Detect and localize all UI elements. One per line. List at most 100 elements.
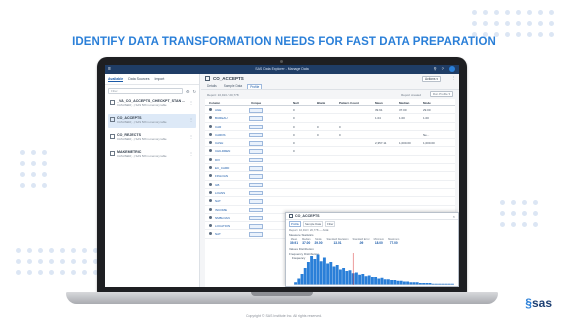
dataset-item[interactable]: CO_REJECTS CASUSER(...) SAS 5/8 in-memory…	[108, 131, 196, 145]
table-row[interactable]: BUREAU 0 1.04 1.00 1.00	[205, 114, 455, 123]
more-icon[interactable]: ⋮	[189, 151, 193, 156]
histogram-bar[interactable]	[425, 283, 429, 285]
histogram-bar[interactable]	[361, 274, 365, 285]
cell-column[interactable]: FINLOAN	[215, 174, 228, 178]
table-row[interactable]: NAT	[205, 197, 455, 206]
histogram-bar[interactable]	[358, 274, 362, 285]
histogram-bar[interactable]	[374, 277, 378, 285]
cell-column[interactable]: DIV	[215, 158, 220, 162]
cell-column[interactable]: LOANS	[215, 191, 225, 195]
histogram-bar[interactable]	[412, 282, 416, 285]
table-row[interactable]: LOANS	[205, 189, 455, 198]
refresh-icon[interactable]: ↻	[193, 89, 196, 94]
histogram-bar[interactable]	[354, 272, 358, 285]
histogram-bar[interactable]	[316, 254, 320, 285]
col-header-null[interactable]: Null	[293, 101, 299, 105]
more-icon[interactable]: ⋮	[189, 117, 193, 122]
histogram-bar[interactable]	[303, 268, 307, 285]
dataset-item[interactable]: MAKEMETRIC CASUSER(...) SAS 5/8 in-memory…	[108, 148, 196, 162]
histogram-bar[interactable]	[396, 280, 400, 285]
histogram-bar[interactable]	[383, 279, 387, 285]
histogram-bar[interactable]	[444, 283, 448, 285]
histogram-bar[interactable]	[431, 283, 435, 285]
histogram-bar[interactable]	[345, 271, 349, 285]
histogram-bar[interactable]	[393, 280, 397, 285]
histogram-bar[interactable]	[370, 277, 374, 285]
histogram-bar[interactable]	[335, 265, 339, 285]
popup-tab-sample[interactable]: Sample Data	[302, 221, 324, 227]
col-header-mean[interactable]: Mean	[375, 101, 383, 105]
search-icon[interactable]: ⚲	[434, 66, 439, 71]
histogram-bar[interactable]	[441, 283, 445, 285]
histogram-bar[interactable]	[364, 276, 368, 285]
histogram-bar[interactable]	[380, 277, 384, 285]
table-row[interactable]: CAR 0 0 0	[205, 123, 455, 131]
histogram-bar[interactable]	[422, 283, 426, 285]
more-icon[interactable]: ⋮	[452, 76, 456, 80]
histogram-bar[interactable]	[310, 256, 314, 285]
search-input[interactable]: Filter	[108, 88, 184, 94]
histogram-bar[interactable]	[306, 262, 310, 285]
histogram-bar[interactable]	[338, 269, 342, 285]
cell-column[interactable]: EC_CARD	[215, 166, 229, 170]
filter-icon[interactable]: ⚙	[186, 89, 190, 94]
histogram-bar[interactable]	[409, 282, 413, 285]
popup-tab-filter[interactable]: Filter	[325, 221, 336, 227]
histogram-bar[interactable]	[348, 270, 352, 285]
cell-column[interactable]: CARDS	[215, 133, 226, 137]
cell-column[interactable]: GB	[215, 183, 219, 187]
histogram-bar[interactable]	[415, 282, 419, 285]
cell-column[interactable]: NAT	[215, 199, 221, 203]
histogram-bar[interactable]	[390, 280, 394, 285]
tab-data-sources[interactable]: Data Sources	[128, 77, 149, 82]
tab-profile[interactable]: Profile	[247, 83, 263, 89]
histogram-bar[interactable]	[438, 283, 442, 285]
histogram-bar[interactable]	[313, 259, 317, 285]
histogram-bar[interactable]	[322, 257, 326, 285]
cell-column[interactable]: INCOME	[215, 208, 227, 212]
cell-column[interactable]: CHILDREN	[215, 149, 230, 153]
cell-column[interactable]: CASH	[215, 141, 223, 145]
actions-button[interactable]: Actions ▾	[422, 76, 441, 82]
table-row[interactable]: DIV	[205, 156, 455, 165]
table-row[interactable]: GB	[205, 181, 455, 189]
histogram-bar[interactable]	[402, 281, 406, 285]
popup-tab-profile[interactable]: Profile	[289, 221, 301, 227]
cell-column[interactable]: AGE	[215, 108, 221, 112]
histogram-bar[interactable]	[326, 263, 330, 285]
cell-column[interactable]: NMBLOAN	[215, 216, 230, 220]
dataset-item[interactable]: CO_ACCEPTS CASUSER(...) SAS 5/8 in-memory…	[108, 114, 196, 128]
close-icon[interactable]: ×	[453, 214, 455, 219]
col-header-mode[interactable]: Mode	[423, 101, 431, 105]
histogram-bar[interactable]	[332, 266, 336, 285]
cell-column[interactable]: CAR	[215, 125, 221, 129]
help-icon[interactable]: ?	[442, 66, 446, 71]
col-header-pattern[interactable]: Pattern Count	[339, 101, 359, 105]
tab-available[interactable]: Available	[108, 77, 124, 82]
histogram-bar[interactable]	[434, 283, 438, 285]
table-row[interactable]: EC_CARD	[205, 164, 455, 173]
histogram-bar[interactable]	[377, 278, 381, 285]
run-profile-button[interactable]: Run Profile ▾	[429, 91, 453, 97]
histogram-bar[interactable]	[300, 274, 304, 285]
histogram-bar[interactable]	[399, 280, 403, 285]
col-header-column[interactable]: Column	[209, 101, 220, 105]
col-header-unique[interactable]: Unique	[251, 101, 261, 105]
table-row[interactable]: CASH 0 2,357.11 1,000.00 1,000.00	[205, 139, 455, 148]
table-row[interactable]: CHILDREN 0	[205, 147, 455, 156]
histogram-bar[interactable]	[329, 262, 333, 285]
histogram-bar[interactable]	[450, 283, 454, 285]
histogram-bar[interactable]	[447, 283, 451, 285]
col-header-median[interactable]: Median	[399, 101, 409, 105]
tab-import[interactable]: Import	[154, 77, 164, 82]
histogram-bar[interactable]	[342, 268, 346, 285]
cell-column[interactable]: LOCATION	[215, 224, 230, 228]
table-row[interactable]: FINLOAN	[205, 172, 455, 181]
histogram-bar[interactable]	[297, 278, 301, 285]
col-header-blank[interactable]: Blank	[317, 101, 325, 105]
cell-column[interactable]: BUREAU	[215, 116, 228, 120]
histogram-bar[interactable]	[428, 283, 432, 285]
avatar[interactable]	[449, 66, 455, 72]
histogram-bar[interactable]	[418, 283, 422, 285]
histogram-bar[interactable]	[386, 279, 390, 285]
